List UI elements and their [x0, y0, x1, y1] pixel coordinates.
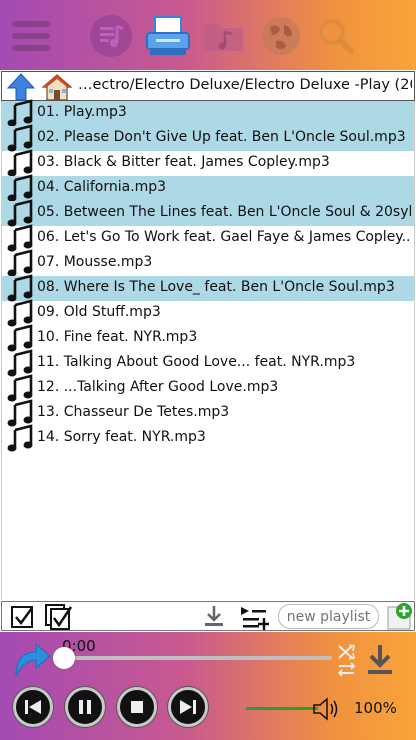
music-folder-button[interactable] [201, 13, 247, 59]
seek-thumb[interactable] [53, 647, 75, 669]
skip-next-icon [180, 700, 196, 714]
web-button[interactable] [258, 13, 304, 59]
download-button[interactable] [364, 642, 396, 678]
back-button[interactable] [10, 640, 52, 680]
checkbox-icon [11, 606, 34, 628]
track-title: 12. ...Talking After Good Love.mp3 [37, 379, 279, 395]
track-title: 13. Chasseur De Tetes.mp3 [37, 404, 230, 420]
volume-slider[interactable] [246, 707, 318, 710]
track-title: 01. Play.mp3 [37, 104, 127, 120]
stop-button[interactable] [117, 687, 157, 727]
music-folder-icon [204, 24, 243, 51]
track-row[interactable]: 08. Where Is The Love_ feat. Ben L'Oncle… [2, 274, 414, 302]
track-row[interactable]: 04. California.mp3 [2, 174, 414, 202]
track-row[interactable]: 13. Chasseur De Tetes.mp3 [2, 399, 414, 427]
track-title: 06. Let's Go To Work feat. Gael Faye & J… [37, 229, 411, 245]
search-icon [319, 19, 354, 54]
pause-button[interactable] [65, 687, 105, 727]
current-path: …ectro/Electro Deluxe/Electro Deluxe -Pl… [78, 77, 412, 93]
print-button[interactable] [144, 13, 190, 59]
track-title: 05. Between The Lines feat. Ben L'Oncle … [37, 204, 411, 220]
track-row[interactable]: 11. Talking About Good Love... feat. NYR… [2, 349, 414, 377]
track-title: 07. Mousse.mp3 [37, 254, 153, 270]
track-title: 02. Please Don't Give Up feat. Ben L'Onc… [37, 129, 406, 145]
add-to-queue-button[interactable] [239, 603, 269, 631]
track-row[interactable]: 03. Black & Bitter feat. James Copley.mp… [2, 149, 414, 177]
next-track-button[interactable] [168, 687, 208, 727]
music-note-icon [7, 424, 33, 452]
download-list-button[interactable] [201, 604, 227, 628]
select-all-button[interactable] [44, 603, 74, 631]
track-title: 10. Fine feat. NYR.mp3 [37, 329, 198, 345]
select-button[interactable] [10, 605, 36, 629]
track-row[interactable]: 09. Old Stuff.mp3 [2, 299, 414, 327]
track-row[interactable]: 12. ...Talking After Good Love.mp3 [2, 374, 414, 402]
menu-icon [12, 21, 50, 27]
track-title: 14. Sorry feat. NYR.mp3 [37, 429, 206, 445]
download-icon [205, 606, 223, 626]
track-row[interactable]: 10. Fine feat. NYR.mp3 [2, 324, 414, 352]
track-row[interactable]: 06. Let's Go To Work feat. Gael Faye & J… [2, 224, 414, 252]
stop-icon [131, 701, 143, 713]
menu-button[interactable] [8, 13, 54, 59]
track-row[interactable]: 07. Mousse.mp3 [2, 249, 414, 277]
menu-icon [12, 33, 50, 39]
music-library-icon [90, 15, 132, 57]
add-file-icon [387, 603, 412, 630]
menu-icon [12, 45, 50, 51]
home-button[interactable] [41, 73, 73, 101]
curved-back-arrow-icon [15, 642, 51, 677]
up-arrow-icon [6, 73, 36, 101]
home-icon [41, 74, 73, 101]
printer-icon [146, 16, 190, 55]
top-toolbar [0, 0, 416, 70]
track-row[interactable]: 05. Between The Lines feat. Ben L'Oncle … [2, 199, 414, 227]
pause-icon [79, 700, 91, 714]
path-bar: …ectro/Electro Deluxe/Electro Deluxe -Pl… [1, 71, 415, 101]
track-row[interactable]: 01. Play.mp3 [2, 99, 414, 127]
playlist-add-icon [241, 607, 269, 630]
search-button[interactable] [313, 13, 359, 59]
seek-bar[interactable] [64, 656, 332, 660]
shuffle-icon [337, 644, 356, 677]
music-library-button[interactable] [88, 13, 134, 59]
skip-previous-icon [25, 700, 41, 714]
download-icon [368, 645, 392, 674]
player-panel: 0:00 100% [0, 632, 416, 740]
new-playlist-input[interactable] [278, 604, 379, 629]
speaker-icon [313, 697, 338, 721]
track-title: 03. Black & Bitter feat. James Copley.mp… [37, 154, 330, 170]
track-title: 04. California.mp3 [37, 179, 167, 195]
track-list[interactable]: 01. Play.mp3 02. Please Don't Give Up fea… [1, 99, 415, 600]
track-row[interactable]: 14. Sorry feat. NYR.mp3 [2, 424, 414, 452]
web-globe-icon [262, 17, 300, 55]
check-all-icon [45, 604, 73, 630]
shuffle-button[interactable] [336, 642, 358, 678]
volume-button[interactable] [312, 696, 340, 722]
track-row[interactable]: 02. Please Don't Give Up feat. Ben L'Onc… [2, 124, 414, 152]
track-title: 08. Where Is The Love_ feat. Ben L'Oncle… [37, 279, 395, 295]
track-title: 09. Old Stuff.mp3 [37, 304, 161, 320]
previous-track-button[interactable] [13, 687, 53, 727]
add-playlist-button[interactable] [384, 602, 414, 630]
volume-level: 100% [354, 699, 397, 717]
folder-up-button[interactable] [6, 73, 36, 101]
track-title: 11. Talking About Good Love... feat. NYR… [37, 354, 356, 370]
playlist-bar [1, 601, 415, 631]
